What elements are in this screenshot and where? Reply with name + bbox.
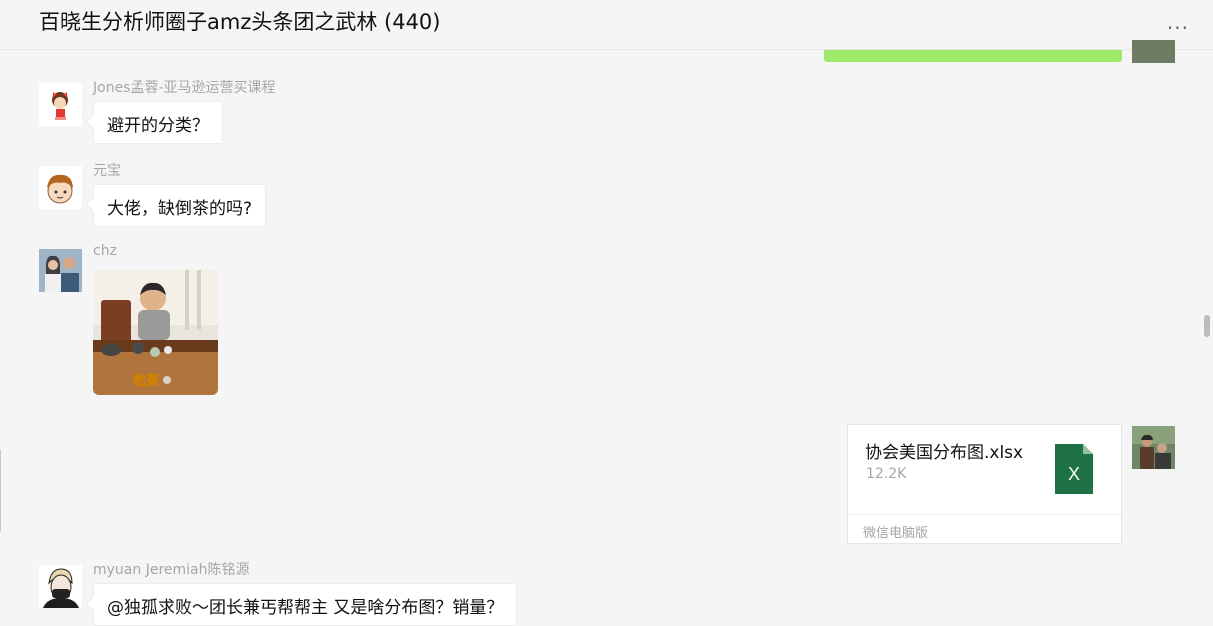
file-source: 微信电脑版	[848, 514, 1121, 544]
shared-photo[interactable]: 吃茶	[93, 270, 218, 395]
message-text: 避开的分类？	[107, 116, 209, 136]
message-text: @独孤求败～团长兼丐帮帮主 又是啥分布图？销量？	[107, 598, 504, 618]
sender-name: Jones孟蓉-亚马逊运营买课程	[93, 80, 276, 96]
excel-icon-letter: X	[1068, 464, 1080, 484]
message-text: 大佬，缺倒茶的吗?	[107, 199, 253, 219]
window-edge	[0, 450, 1, 532]
message-bubble[interactable]: 避开的分类？	[93, 101, 223, 144]
sender-name: 元宝	[93, 163, 121, 179]
file-message-card[interactable]: 协会美国分布图.xlsx 12.2K X 微信电脑版	[847, 424, 1122, 544]
file-size: 12.2K	[866, 466, 907, 482]
photo-caption: 吃茶	[133, 373, 160, 389]
masked-person-avatar[interactable]	[39, 565, 82, 608]
file-name: 协会美国分布图.xlsx	[865, 443, 1024, 463]
chat-header: 百晓生分析师圈子amz头条团之武林 (440) ···	[0, 0, 1213, 50]
scrollbar-thumb[interactable]	[1204, 315, 1210, 337]
message-bubble[interactable]: @独孤求败～团长兼丐帮帮主 又是啥分布图？销量？	[93, 583, 518, 626]
sender-name: chz	[93, 243, 117, 259]
message-bubble[interactable]: 大佬，缺倒茶的吗?	[93, 184, 267, 227]
self-avatar[interactable]	[1132, 40, 1175, 63]
excel-file-icon: X	[1055, 444, 1093, 494]
more-options-icon[interactable]: ···	[1167, 16, 1189, 40]
cartoon-boy-avatar[interactable]	[39, 166, 82, 209]
self-message-bubble[interactable]	[824, 50, 1122, 62]
couple-photo-avatar[interactable]	[39, 249, 82, 292]
chat-title: 百晓生分析师圈子amz头条团之武林 (440)	[39, 10, 441, 34]
cartoon-girl-avatar[interactable]	[39, 83, 82, 126]
sender-name: myuan Jeremiah陈铭源	[93, 562, 250, 578]
self-avatar[interactable]	[1132, 426, 1175, 469]
